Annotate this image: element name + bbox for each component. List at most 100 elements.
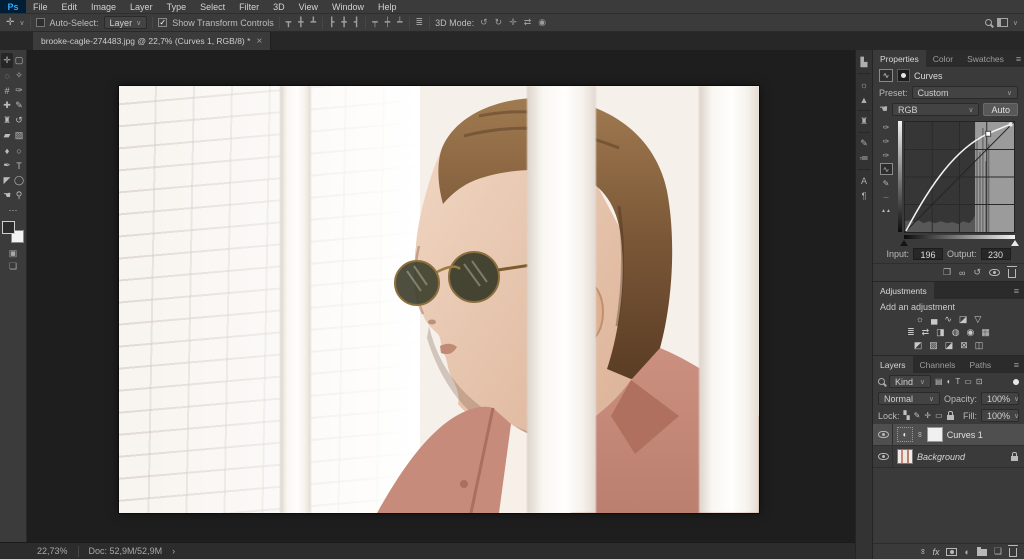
3d-camera-icon[interactable]: ◉ <box>537 17 547 28</box>
auto-select-checkbox[interactable] <box>35 18 45 27</box>
move-tool[interactable]: ✛ <box>1 53 13 68</box>
tab-channels[interactable]: Channels <box>913 356 963 373</box>
screen-mode-icon[interactable]: ❏ <box>0 260 26 273</box>
tab-properties[interactable]: Properties <box>873 50 926 67</box>
panel-menu-icon[interactable]: ≡ <box>1009 282 1024 299</box>
marquee-tool[interactable]: ▢ <box>13 53 25 68</box>
align-horizontal-centers-icon[interactable]: ╋ <box>340 17 347 28</box>
link-layers-icon[interactable]: ∞ <box>918 549 927 555</box>
status-options-arrow-icon[interactable]: › <box>172 546 175 556</box>
delete-layer-trash-icon[interactable] <box>1008 545 1018 557</box>
eyedropper-tool[interactable]: ✑ <box>13 83 25 98</box>
menu-view[interactable]: View <box>292 0 325 13</box>
clip-to-layer-icon[interactable]: ❐ <box>943 267 951 278</box>
crop-tool[interactable]: # <box>1 83 13 98</box>
layer-style-fx-icon[interactable]: fx <box>932 547 939 557</box>
character-panel-icon[interactable]: A <box>856 173 872 188</box>
filter-shape-layers-icon[interactable]: ▭ <box>964 377 972 386</box>
hand-tool[interactable]: ☚ <box>1 188 13 203</box>
lock-image-pixels-icon[interactable]: ✎ <box>914 411 921 420</box>
foreground-color-swatch[interactable] <box>2 221 15 234</box>
history-brush-tool[interactable]: ↺ <box>13 113 25 128</box>
output-value-field[interactable]: 230 <box>980 248 1011 260</box>
white-point-slider[interactable] <box>1011 240 1019 246</box>
menu-edit[interactable]: Edit <box>55 0 85 13</box>
menu-file[interactable]: File <box>26 0 55 13</box>
3d-pan-icon[interactable]: ✛ <box>508 17 518 28</box>
layer-row-background[interactable]: Background <box>873 446 1024 468</box>
align-left-edges-icon[interactable]: ┣ <box>328 17 335 28</box>
path-selection-tool[interactable]: ◤ <box>1 173 13 188</box>
tab-paths[interactable]: Paths <box>962 356 998 373</box>
channel-mixer-icon[interactable]: ◉ <box>967 327 975 338</box>
view-previous-state-icon[interactable]: ∞ <box>959 268 965 278</box>
tab-adjustments[interactable]: Adjustments <box>873 282 934 299</box>
curves-layer-thumbnail[interactable]: ◐ <box>897 427 913 442</box>
black-white-icon[interactable]: ◨ <box>936 327 945 338</box>
threshold-icon[interactable]: ◪ <box>945 340 954 351</box>
gray-point-eyedropper-icon[interactable]: ✑ <box>880 135 893 147</box>
shape-tool[interactable]: ◯ <box>13 173 25 188</box>
filter-smart-objects-icon[interactable]: ⊡ <box>976 377 983 386</box>
curves-icon[interactable]: ∿ <box>944 314 952 325</box>
brush-settings-panel-icon[interactable]: ✎ <box>856 136 872 151</box>
document-tab[interactable]: brooke-cagle-274483.jpg @ 22,7% (Curves … <box>33 32 272 50</box>
menu-image[interactable]: Image <box>84 0 123 13</box>
distribute-top-icon[interactable]: ┯ <box>371 17 378 28</box>
search-icon[interactable] <box>984 19 992 26</box>
tool-preset-chevron-icon[interactable]: ∨ <box>19 19 24 27</box>
hue-saturation-icon[interactable]: ≣ <box>907 327 915 338</box>
layer-name[interactable]: Background <box>917 452 965 462</box>
auto-button[interactable]: Auto <box>983 103 1018 116</box>
new-layer-icon[interactable]: ❏ <box>994 546 1002 557</box>
color-lookup-icon[interactable]: ▦ <box>981 327 990 338</box>
clone-stamp-tool[interactable]: ♜ <box>1 113 13 128</box>
reset-adjustment-icon[interactable]: ↺ <box>973 267 981 278</box>
black-point-slider[interactable] <box>900 240 908 246</box>
mask-link-icon[interactable]: ∞ <box>915 432 924 438</box>
align-bottom-edges-icon[interactable]: ┻ <box>310 17 317 28</box>
edit-toolbar-icon[interactable]: ⋯ <box>0 205 26 216</box>
spot-healing-tool[interactable]: ✚ <box>1 98 13 113</box>
filter-toggle-icon[interactable] <box>1013 378 1019 385</box>
edit-points-icon[interactable]: ∿ <box>879 163 893 175</box>
black-point-eyedropper-icon[interactable]: ✑ <box>880 149 893 161</box>
posterize-icon[interactable]: ▨ <box>929 340 938 351</box>
white-point-eyedropper-icon[interactable]: ✑ <box>880 121 893 133</box>
pen-tool[interactable]: ✒ <box>1 158 13 173</box>
adjustments-panel-icon[interactable]: ☼ <box>856 77 872 92</box>
smooth-curve-icon[interactable]: ∼ <box>880 191 893 203</box>
dodge-tool[interactable]: ○ <box>13 143 25 158</box>
background-layer-thumbnail[interactable] <box>897 449 913 464</box>
distribute-bottom-icon[interactable]: ┷ <box>396 17 403 28</box>
menu-filter[interactable]: Filter <box>232 0 266 13</box>
align-top-edges-icon[interactable]: ┳ <box>285 17 292 28</box>
vibrance-icon[interactable]: ▽ <box>974 314 981 325</box>
lasso-tool[interactable]: ◌ <box>1 68 13 83</box>
3d-roll-icon[interactable]: ↻ <box>494 17 504 28</box>
filter-pixel-layers-icon[interactable]: ▤ <box>935 377 943 386</box>
distribute-widths-icon[interactable]: ≣ <box>415 17 425 28</box>
filter-type-layers-icon[interactable]: T <box>955 377 960 386</box>
eye-icon[interactable] <box>878 431 889 438</box>
lock-all-icon[interactable] <box>946 411 954 420</box>
photo-canvas[interactable] <box>119 86 759 513</box>
menu-layer[interactable]: Layer <box>123 0 160 13</box>
targeted-adjustment-icon[interactable]: ☚ <box>879 104 888 115</box>
canvas-workspace[interactable] <box>27 50 855 542</box>
lock-position-icon[interactable]: ✛ <box>924 411 931 420</box>
menu-window[interactable]: Window <box>325 0 371 13</box>
filter-kind-dropdown[interactable]: Kind ∨ <box>889 375 931 388</box>
clone-source-panel-icon[interactable]: ♜ <box>856 114 872 129</box>
blend-mode-dropdown[interactable]: Normal ∨ <box>878 392 940 405</box>
lock-artboard-icon[interactable]: ▭ <box>935 411 943 420</box>
auto-select-target-dropdown[interactable]: Layer ∨ <box>103 16 148 29</box>
lock-transparent-pixels-icon[interactable]: ▚ <box>904 411 910 420</box>
layer-mask-target-icon[interactable] <box>897 69 910 82</box>
invert-icon[interactable]: ◩ <box>914 340 923 351</box>
levels-icon[interactable]: ▄ <box>931 314 937 325</box>
brush-presets-panel-icon[interactable]: ≔ <box>856 151 872 166</box>
type-tool[interactable]: T <box>13 158 25 173</box>
quick-selection-tool[interactable]: ✧ <box>13 68 25 83</box>
align-right-edges-icon[interactable]: ┫ <box>353 17 360 28</box>
